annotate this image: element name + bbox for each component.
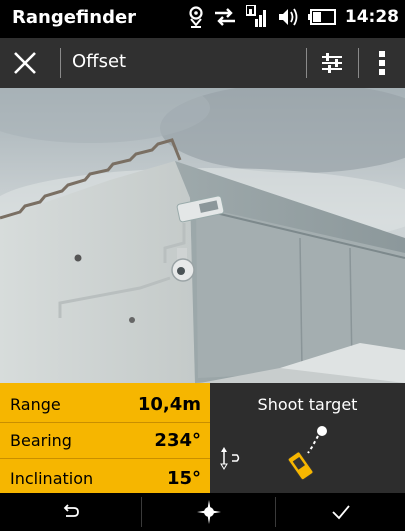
status-bar: Rangefinder 14:28 (0, 0, 405, 38)
toolbar: Offset (0, 38, 405, 88)
camera-view[interactable] (0, 88, 405, 383)
toolbar-divider (358, 48, 359, 78)
measurement-row-inclination: Inclination 15° (0, 460, 210, 496)
toolbar-divider (60, 48, 61, 78)
sliders-icon[interactable] (318, 49, 346, 77)
data-transfer-icon (214, 8, 235, 26)
tilt-indicator-icon (220, 447, 240, 470)
crosshair-icon (196, 500, 221, 524)
page-title: Offset (72, 51, 127, 72)
status-icons: 14:28 (188, 5, 399, 29)
volume-icon (278, 8, 298, 26)
laser-device-icon (287, 426, 327, 481)
clock: 14:28 (344, 7, 399, 27)
camera-scene (0, 88, 405, 383)
signal-icon (245, 5, 266, 27)
shoot-target-label: Shoot target (257, 395, 358, 414)
toolbar-divider (306, 48, 307, 78)
more-vert-icon[interactable] (372, 48, 392, 78)
measurement-value: 234° (154, 430, 201, 451)
back-icon (63, 504, 79, 517)
measurements-panel: Range 10,4m Bearing 234° Inclination 15° (0, 383, 210, 493)
app-name: Rangefinder (12, 7, 137, 28)
confirm-button[interactable] (276, 493, 405, 531)
battery-icon (307, 9, 336, 25)
bottom-nav (0, 493, 405, 531)
measurement-value: 10,4m (137, 394, 201, 415)
measurement-row-bearing: Bearing 234° (0, 423, 210, 459)
check-icon (331, 505, 350, 520)
back-button[interactable] (0, 493, 141, 531)
close-icon[interactable] (10, 48, 40, 78)
measurement-label: Bearing (10, 431, 72, 450)
measurement-row-range: Range 10,4m (0, 387, 210, 423)
target-button[interactable] (142, 493, 275, 531)
measurement-label: Range (10, 395, 61, 414)
shoot-target-panel[interactable]: Shoot target (210, 383, 405, 493)
location-icon (189, 6, 203, 28)
measurement-value: 15° (166, 467, 201, 489)
measurement-label: Inclination (10, 468, 94, 488)
